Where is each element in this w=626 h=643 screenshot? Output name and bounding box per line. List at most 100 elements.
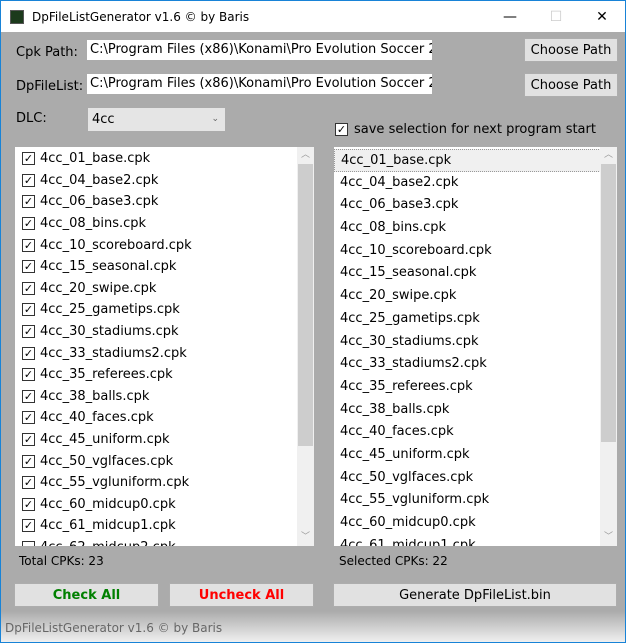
left-scrollbar[interactable]: ︿ ﹀	[297, 147, 314, 546]
minimize-button[interactable]: —	[487, 1, 533, 32]
scroll-up-icon[interactable]: ︿	[600, 147, 617, 164]
checkbox-icon[interactable]: ✓	[22, 260, 35, 274]
dpfilelist-choose-path-button[interactable]: Choose Path	[524, 73, 618, 97]
checkbox-icon[interactable]: ✓	[22, 519, 35, 533]
checklist-item[interactable]: ✓ 4cc_15_seasonal.cpk	[15, 256, 314, 278]
list-item[interactable]: 4cc_15_seasonal.cpk	[334, 262, 617, 285]
checklist-item[interactable]: ✓ 4cc_30_stadiums.cpk	[15, 321, 314, 343]
list-item[interactable]: 4cc_06_base3.cpk	[334, 194, 617, 217]
close-button[interactable]: ✕	[579, 1, 625, 32]
item-label: 4cc_10_scoreboard.cpk	[40, 237, 192, 253]
list-item[interactable]: 4cc_55_vgluniform.cpk	[334, 489, 617, 512]
checklist-item[interactable]: ✓ 4cc_60_midcup0.cpk	[15, 494, 314, 516]
scrollbar-thumb[interactable]	[298, 164, 313, 446]
uncheck-all-button[interactable]: Uncheck All	[169, 583, 314, 607]
checkbox-icon[interactable]: ✓	[22, 152, 35, 166]
list-item[interactable]: 4cc_33_stadiums2.cpk	[334, 353, 617, 376]
selected-cpks-label: Selected CPKs: 22	[339, 554, 448, 568]
dlc-dropdown[interactable]: 4cc ⌄	[88, 108, 225, 131]
item-label: 4cc_61_midcup1.cpk	[40, 518, 176, 534]
list-item[interactable]: 4cc_30_stadiums.cpk	[334, 331, 617, 354]
chevron-down-icon: ⌄	[211, 114, 219, 124]
item-label: 4cc_38_balls.cpk	[40, 388, 150, 404]
scrollbar-thumb[interactable]	[601, 164, 616, 442]
cpk-path-input[interactable]: C:\Program Files (x86)\Konami\Pro Evolut…	[87, 40, 432, 60]
cpk-checklist[interactable]: ✓ 4cc_01_base.cpk ✓ 4cc_04_base2.cpk ✓ 4cc_06…	[15, 147, 314, 546]
item-label: 4cc_30_stadiums.cpk	[40, 324, 179, 340]
checklist-item[interactable]: ✓ 4cc_25_gametips.cpk	[15, 299, 314, 321]
scroll-down-icon[interactable]: ﹀	[600, 529, 617, 546]
selected-cpk-list[interactable]: 4cc_01_base.cpk 4cc_04_base2.cpk 4cc_06_ba…	[334, 147, 617, 546]
total-cpks-label: Total CPKs: 23	[19, 554, 104, 568]
cpk-choose-path-button[interactable]: Choose Path	[524, 38, 618, 62]
checklist-item[interactable]: ✓ 4cc_20_swipe.cpk	[15, 278, 314, 300]
list-item[interactable]: 4cc_35_referees.cpk	[334, 376, 617, 399]
checkbox-icon[interactable]: ✓	[22, 195, 35, 209]
checkbox-icon[interactable]: ✓	[22, 454, 35, 468]
list-item[interactable]: 4cc_25_gametips.cpk	[334, 308, 617, 331]
checkbox-icon[interactable]: ✓	[22, 497, 35, 511]
item-label: 4cc_35_referees.cpk	[40, 367, 173, 383]
checkbox-icon[interactable]: ✓	[22, 217, 35, 231]
dlc-label: DLC:	[16, 111, 47, 126]
app-window: DpFileListGenerator v1.6 © by Baris — ☐ …	[0, 0, 626, 643]
item-label: 4cc_40_faces.cpk	[40, 410, 154, 426]
list-item[interactable]: 4cc_04_base2.cpk	[334, 172, 617, 195]
checklist-item[interactable]: ✓ 4cc_50_vglfaces.cpk	[15, 450, 314, 472]
checkbox-icon[interactable]: ✓	[22, 173, 35, 187]
check-all-button[interactable]: Check All	[14, 583, 159, 607]
list-item[interactable]: 4cc_40_faces.cpk	[334, 421, 617, 444]
checkbox-icon[interactable]: ✓	[22, 303, 35, 317]
checklist-item[interactable]: ✓ 4cc_40_faces.cpk	[15, 407, 314, 429]
checklist-item[interactable]: ✓ 4cc_08_bins.cpk	[15, 213, 314, 235]
item-label: 4cc_62_midcup2.cpk	[40, 540, 176, 546]
checklist-item[interactable]: ✓ 4cc_35_referees.cpk	[15, 364, 314, 386]
checklist-item[interactable]: ✓ 4cc_45_uniform.cpk	[15, 429, 314, 451]
checklist-item[interactable]: ✓ 4cc_06_base3.cpk	[15, 191, 314, 213]
checklist-item[interactable]: ✓ 4cc_10_scoreboard.cpk	[15, 234, 314, 256]
checklist-item[interactable]: ✓ 4cc_55_vgluniform.cpk	[15, 472, 314, 494]
checkbox-icon[interactable]: ✓	[22, 411, 35, 425]
checkbox-icon[interactable]: ✓	[22, 389, 35, 403]
dpfilelist-label: DpFileList:	[16, 79, 84, 94]
checklist-item[interactable]: ✓ 4cc_61_midcup1.cpk	[15, 515, 314, 537]
checkbox-icon[interactable]: ✓	[22, 433, 35, 447]
dpfilelist-path-input[interactable]: C:\Program Files (x86)\Konami\Pro Evolut…	[87, 74, 432, 94]
checkbox-icon[interactable]: ✓	[22, 368, 35, 382]
scroll-up-icon[interactable]: ︿	[297, 147, 314, 164]
right-scrollbar[interactable]: ︿ ﹀	[600, 147, 617, 546]
list-item[interactable]: 4cc_61_midcup1.cpk	[334, 535, 617, 546]
list-item[interactable]: 4cc_45_uniform.cpk	[334, 444, 617, 467]
list-item[interactable]: 4cc_50_vglfaces.cpk	[334, 467, 617, 490]
item-label: 4cc_45_uniform.cpk	[40, 432, 170, 448]
item-label: 4cc_20_swipe.cpk	[40, 280, 157, 296]
list-item[interactable]: 4cc_60_midcup0.cpk	[334, 512, 617, 535]
list-item[interactable]: 4cc_20_swipe.cpk	[334, 285, 617, 308]
scroll-down-icon[interactable]: ﹀	[297, 529, 314, 546]
cpk-path-label: Cpk Path:	[16, 45, 78, 60]
list-item[interactable]: 4cc_38_balls.cpk	[334, 399, 617, 422]
item-label: 4cc_25_gametips.cpk	[40, 302, 180, 318]
app-icon	[10, 9, 24, 24]
item-label: 4cc_15_seasonal.cpk	[40, 259, 177, 275]
list-item[interactable]: 4cc_01_base.cpk	[334, 149, 617, 172]
checklist-item[interactable]: ✓ 4cc_04_base2.cpk	[15, 170, 314, 192]
item-label: 4cc_60_midcup0.cpk	[40, 496, 176, 512]
list-item[interactable]: 4cc_08_bins.cpk	[334, 217, 617, 240]
checklist-item[interactable]: ✓ 4cc_38_balls.cpk	[15, 386, 314, 408]
checklist-item[interactable]: ✓ 4cc_33_stadiums2.cpk	[15, 342, 314, 364]
checkbox-icon[interactable]: ✓	[22, 325, 35, 339]
generate-button[interactable]: Generate DpFileList.bin	[333, 583, 617, 607]
checkbox-icon[interactable]: ✓	[22, 476, 35, 490]
checkbox-icon: ✓	[335, 123, 348, 136]
save-selection-checkbox[interactable]: ✓ save selection for next program start	[335, 122, 596, 137]
checkbox-icon[interactable]	[22, 540, 35, 546]
checkbox-icon[interactable]: ✓	[22, 238, 35, 252]
item-label: 4cc_33_stadiums2.cpk	[40, 345, 187, 361]
checkbox-icon[interactable]: ✓	[22, 346, 35, 360]
checklist-item[interactable]: 4cc_62_midcup2.cpk	[15, 537, 314, 546]
checkbox-icon[interactable]: ✓	[22, 281, 35, 295]
list-item[interactable]: 4cc_10_scoreboard.cpk	[334, 240, 617, 263]
maximize-button[interactable]: ☐	[533, 1, 579, 32]
checklist-item[interactable]: ✓ 4cc_01_base.cpk	[15, 148, 314, 170]
